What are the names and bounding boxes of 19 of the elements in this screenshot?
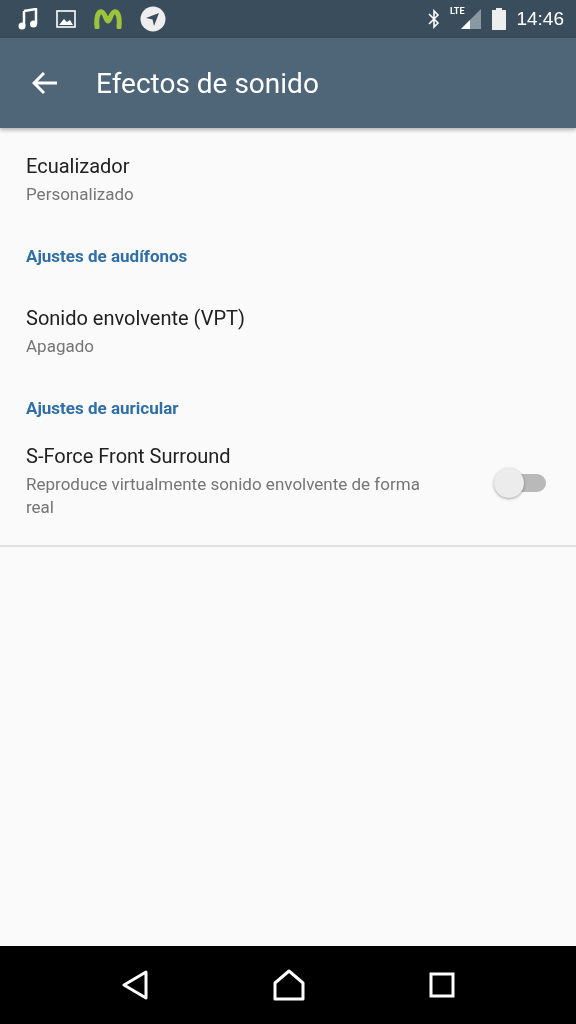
setting-summary: Apagado (26, 335, 95, 358)
section-header: Ajustes de audífonos (25, 245, 189, 268)
setting-title[interactable]: Ecualizador (26, 154, 550, 178)
bluetooth-icon (427, 9, 440, 29)
back-button[interactable] (121, 970, 150, 1000)
music-note-icon (18, 8, 38, 30)
image-icon (56, 10, 76, 28)
setting-summary: Reproduce virtualmente sonido envolvente de forma real (26, 473, 421, 519)
recents-button[interactable] (428, 972, 455, 998)
clock-text: 14:46 (516, 8, 564, 30)
setting-summary: Personalizado (26, 183, 135, 206)
screen-title: Efectos de sonido (96, 66, 319, 100)
battery-icon (492, 8, 507, 30)
setting-title[interactable]: Sonido envolvente (VPT) (26, 306, 550, 330)
section-header: Ajustes de auricular (25, 397, 180, 420)
home-button[interactable] (272, 969, 306, 1001)
carrier-logo-icon (94, 9, 122, 29)
network-type-label: LTE (449, 6, 465, 16)
setting-title[interactable]: S-Force Front Surround (26, 444, 444, 468)
